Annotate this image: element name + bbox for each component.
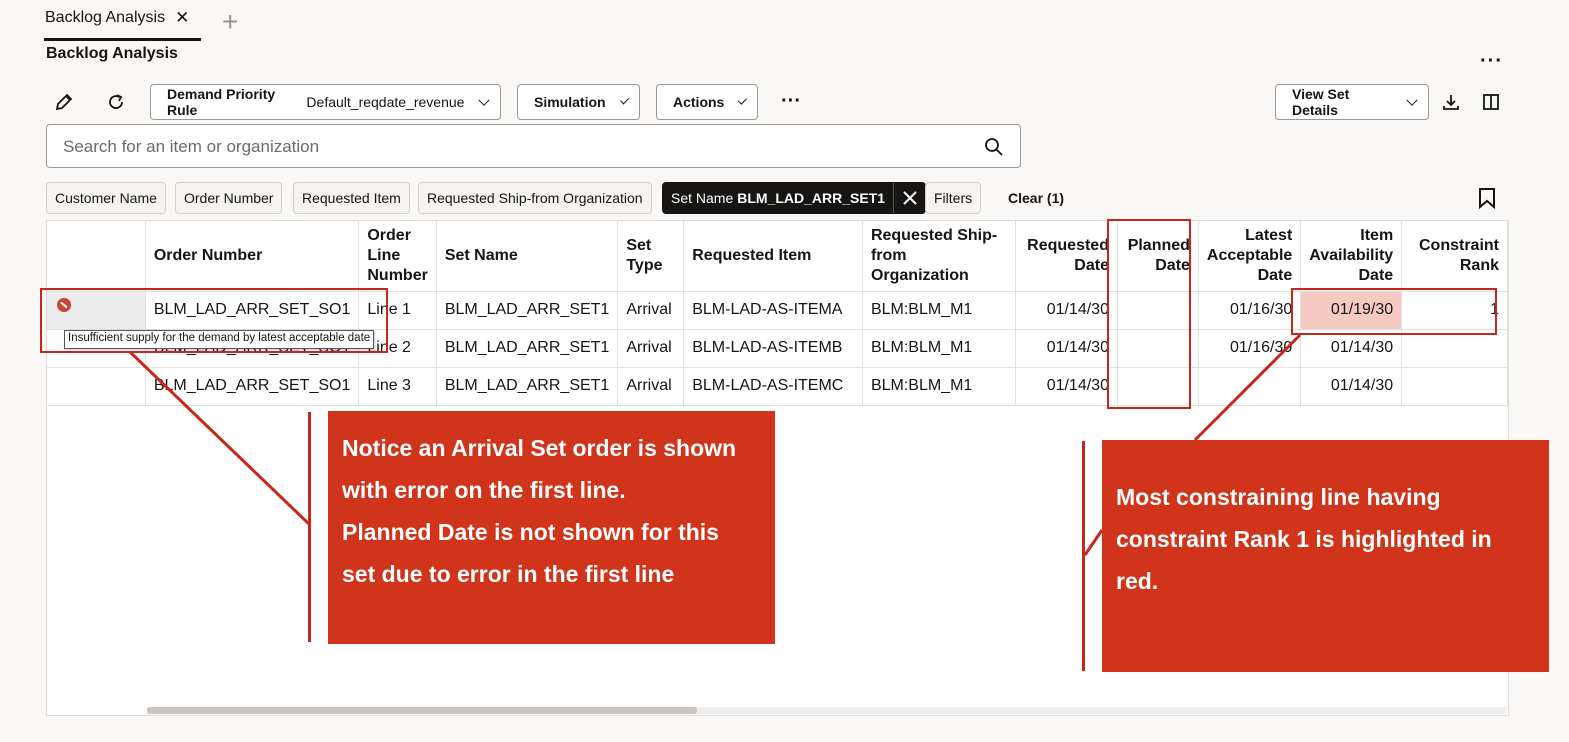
callout-right-line: red. (1116, 568, 1159, 594)
callout-right-line: Most constraining line having (1116, 484, 1441, 510)
callout-right: Most constraining line having constraint… (1102, 440, 1549, 672)
callout-left-line: with error on the first line. (342, 477, 626, 503)
callout-left-line: Notice an Arrival Set order is shown (342, 435, 737, 461)
callout-right-line: constraint Rank 1 is highlighted in (1116, 526, 1492, 552)
callout-left-line: Planned Date is not shown for this (342, 519, 719, 545)
callout-left-line: set due to error in the first line (342, 561, 675, 587)
callout-bar-right (1082, 441, 1085, 671)
callout-left: Notice an Arrival Set order is shown wit… (328, 411, 775, 644)
callout-bar-left (308, 412, 311, 642)
